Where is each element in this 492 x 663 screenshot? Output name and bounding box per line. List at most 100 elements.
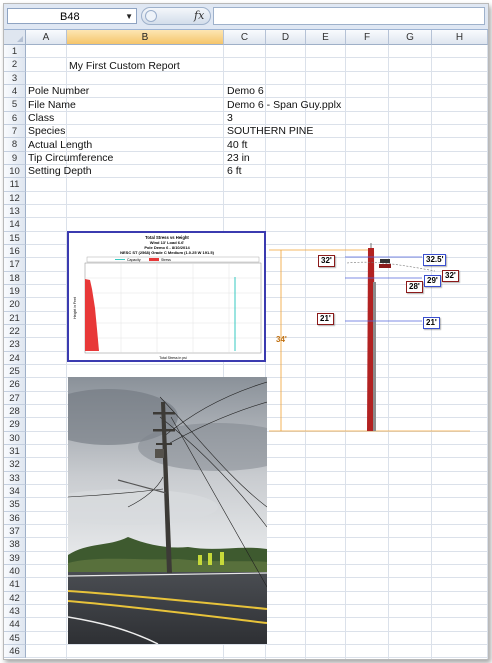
row-header-23[interactable]: 23 bbox=[4, 338, 26, 352]
row-header-14[interactable]: 14 bbox=[4, 218, 26, 232]
row-header-7[interactable]: 7 bbox=[4, 124, 26, 139]
row-header-36[interactable]: 36 bbox=[4, 511, 26, 525]
column-header-e[interactable]: E bbox=[306, 30, 346, 45]
column-header-d[interactable]: D bbox=[266, 30, 306, 45]
column-header-h[interactable]: H bbox=[432, 30, 488, 45]
row-header-28[interactable]: 28 bbox=[4, 404, 26, 419]
row-header-9[interactable]: 9 bbox=[4, 151, 26, 165]
dimension-label: 29' bbox=[424, 275, 441, 287]
row-header-40[interactable]: 40 bbox=[4, 564, 26, 579]
name-box[interactable]: B48 ▼ bbox=[7, 8, 137, 24]
row-header-35[interactable]: 35 bbox=[4, 498, 26, 512]
row-header-46[interactable]: 46 bbox=[4, 644, 26, 659]
row-header-26[interactable]: 26 bbox=[4, 378, 26, 392]
legend-stress-label: Stress bbox=[161, 258, 171, 262]
utility-pole-photo[interactable] bbox=[68, 377, 267, 644]
column-header-a[interactable]: A bbox=[26, 30, 67, 45]
column-header-f[interactable]: F bbox=[346, 30, 389, 45]
row-header-5[interactable]: 5 bbox=[4, 98, 26, 112]
legend-stress-swatch bbox=[149, 258, 159, 261]
field-label[interactable]: Species bbox=[28, 125, 65, 138]
row-header-2[interactable]: 2 bbox=[4, 58, 26, 72]
column-header-b[interactable]: B bbox=[67, 30, 224, 45]
row-header-41[interactable]: 41 bbox=[4, 578, 26, 592]
field-value[interactable]: 6 ft bbox=[227, 165, 242, 178]
field-label[interactable]: File Name bbox=[28, 99, 76, 112]
field-label[interactable]: Actual Length bbox=[28, 139, 92, 152]
formula-input[interactable] bbox=[213, 7, 485, 25]
row-header-29[interactable]: 29 bbox=[4, 418, 26, 432]
row-header-38[interactable]: 38 bbox=[4, 538, 26, 552]
field-value[interactable]: 40 ft bbox=[227, 139, 247, 152]
name-box-value: B48 bbox=[60, 11, 80, 23]
column-header-c[interactable]: C bbox=[224, 30, 266, 45]
field-label[interactable]: Class bbox=[28, 112, 54, 125]
row-header-24[interactable]: 24 bbox=[4, 351, 26, 365]
field-label[interactable]: Setting Depth bbox=[28, 165, 92, 178]
row-header-33[interactable]: 33 bbox=[4, 471, 26, 485]
row-header-44[interactable]: 44 bbox=[4, 618, 26, 632]
row-header-32[interactable]: 32 bbox=[4, 458, 26, 472]
field-value[interactable]: Demo 6 - Span Guy.pplx bbox=[227, 99, 341, 112]
chart-x-axis-label: Total Stress in psi bbox=[159, 356, 187, 360]
row-header-22[interactable]: 22 bbox=[4, 324, 26, 339]
field-value[interactable]: SOUTHERN PINE bbox=[227, 125, 313, 138]
row-header-10[interactable]: 10 bbox=[4, 164, 26, 179]
row-header-37[interactable]: 37 bbox=[4, 524, 26, 539]
triangle-down-icon[interactable]: ▼ bbox=[125, 9, 133, 25]
row-header-34[interactable]: 34 bbox=[4, 484, 26, 499]
formula-bar: B48 ▼ fx bbox=[4, 4, 488, 30]
column-header-g[interactable]: G bbox=[389, 30, 432, 45]
row-header-13[interactable]: 13 bbox=[4, 204, 26, 219]
row-header-17[interactable]: 17 bbox=[4, 258, 26, 272]
row-header-11[interactable]: 11 bbox=[4, 178, 26, 192]
pole-diagram-svg bbox=[269, 243, 470, 432]
row-header-15[interactable]: 15 bbox=[4, 231, 26, 245]
row-header-25[interactable]: 25 bbox=[4, 364, 26, 379]
row-header-18[interactable]: 18 bbox=[4, 271, 26, 285]
row-header-45[interactable]: 45 bbox=[4, 631, 26, 645]
row-header-20[interactable]: 20 bbox=[4, 298, 26, 312]
pole-shadow bbox=[373, 282, 376, 431]
dimension-label: 21' bbox=[317, 313, 334, 325]
report-title[interactable]: My First Custom Report bbox=[69, 60, 180, 73]
row-header-8[interactable]: 8 bbox=[4, 138, 26, 152]
chart-y-axis-label: Height in Feet bbox=[73, 297, 77, 319]
photo-illustration bbox=[68, 377, 267, 644]
stress-chart[interactable]: Total Stress vs Height Wind 13' Load 6.6… bbox=[67, 231, 266, 362]
legend-capacity-label: Capacity bbox=[127, 258, 141, 262]
field-value[interactable]: 23 in bbox=[227, 152, 250, 165]
row-header-4[interactable]: 4 bbox=[4, 84, 26, 99]
row-header-30[interactable]: 30 bbox=[4, 431, 26, 445]
row-header-19[interactable]: 19 bbox=[4, 284, 26, 299]
row-header-6[interactable]: 6 bbox=[4, 111, 26, 125]
row-header-43[interactable]: 43 bbox=[4, 604, 26, 619]
field-label[interactable]: Tip Circumference bbox=[28, 152, 113, 165]
pole-diagram[interactable]: 32' 32.5' 29' 32' 28' 21' 21' 34' bbox=[267, 238, 472, 435]
row-header-42[interactable]: 42 bbox=[4, 591, 26, 605]
dimension-label: 34' bbox=[276, 335, 287, 344]
expand-icon[interactable] bbox=[145, 10, 157, 22]
row-header-39[interactable]: 39 bbox=[4, 551, 26, 565]
row-gridline bbox=[26, 217, 488, 219]
row-gridline bbox=[26, 190, 488, 192]
row-header-3[interactable]: 3 bbox=[4, 71, 26, 85]
dimension-label: 32' bbox=[318, 255, 335, 267]
row-header-31[interactable]: 31 bbox=[4, 444, 26, 459]
row-header-12[interactable]: 12 bbox=[4, 191, 26, 205]
row-gridline bbox=[26, 177, 488, 179]
row-header-1[interactable]: 1 bbox=[4, 45, 26, 59]
select-all-corner[interactable] bbox=[4, 30, 26, 45]
field-value[interactable]: 3 bbox=[227, 112, 233, 125]
dimension-label: 32.5' bbox=[423, 254, 447, 266]
insert-function-icon[interactable]: fx bbox=[194, 9, 204, 22]
stress-chart-svg: Total Stress vs Height Wind 13' Load 6.6… bbox=[73, 235, 262, 360]
row-header-16[interactable]: 16 bbox=[4, 244, 26, 259]
row-header-21[interactable]: 21 bbox=[4, 311, 26, 325]
formula-buttons: fx bbox=[141, 7, 211, 25]
field-label[interactable]: Pole Number bbox=[28, 85, 89, 98]
row-header-27[interactable]: 27 bbox=[4, 391, 26, 405]
field-value[interactable]: Demo 6 bbox=[227, 85, 264, 98]
chart-title-line-4: NESC ST (2568) Grade C Medium (1.0.25 W … bbox=[120, 250, 214, 255]
spreadsheet-window: B48 ▼ fx ABCDEFGH 1 2 3 4 5 6 7 8 9 10 11 12 13 14 15 1… bbox=[3, 3, 489, 660]
